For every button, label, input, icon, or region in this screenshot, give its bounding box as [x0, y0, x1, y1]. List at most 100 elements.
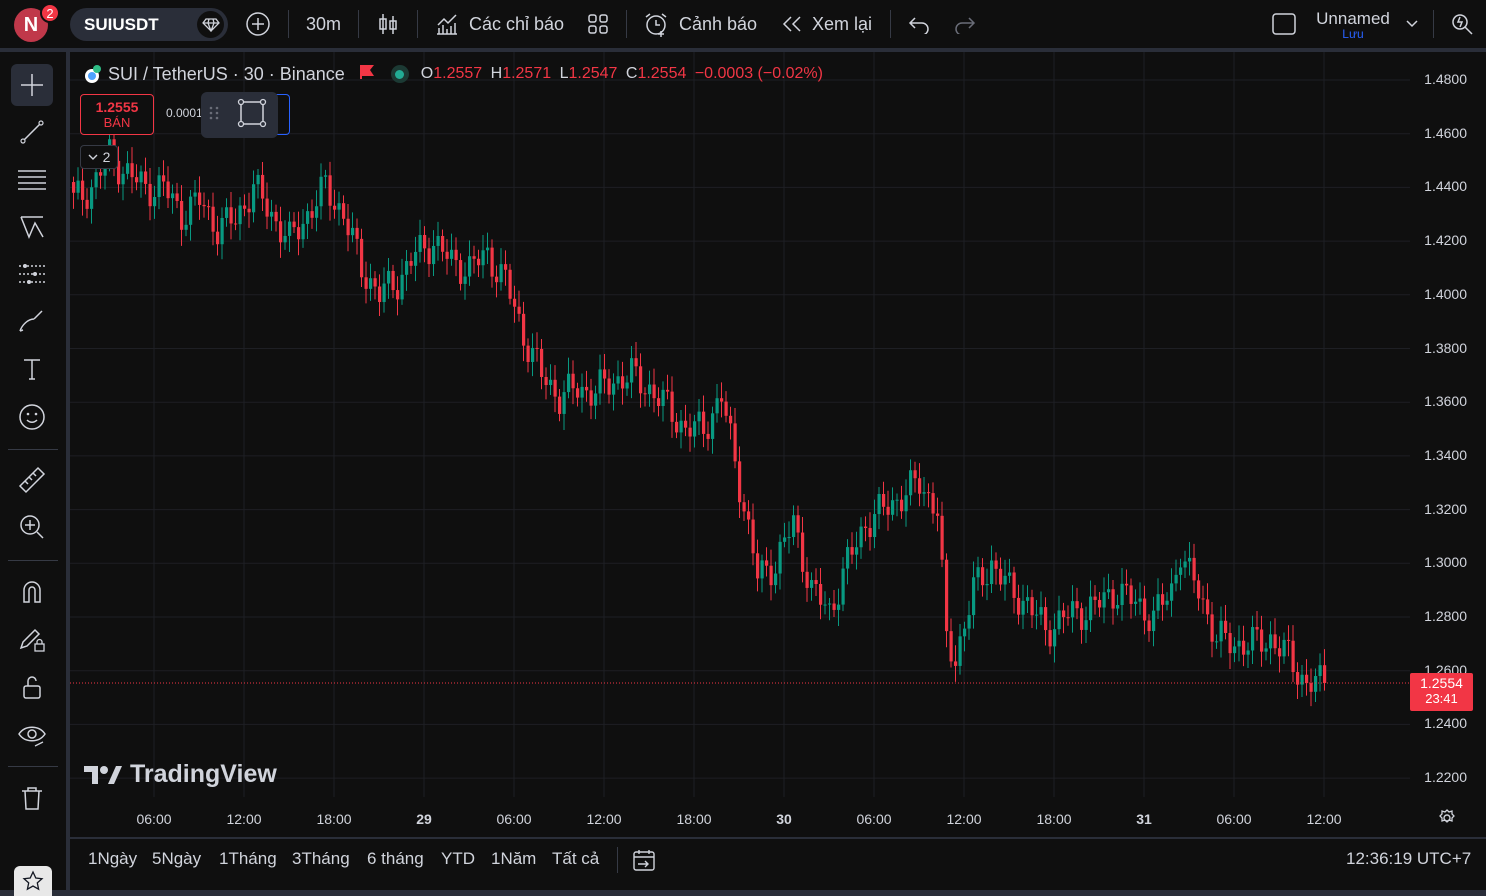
chevron-down-icon[interactable] [1405, 0, 1419, 48]
symbol-title[interactable]: SUI / TetherUS · 30 · Binance [108, 64, 345, 85]
collapse-indicators-button[interactable]: 2 [80, 145, 118, 169]
candle-body [166, 181, 170, 199]
select-area-icon[interactable] [237, 98, 267, 133]
candle-body [202, 204, 206, 207]
range-button[interactable]: 1Tháng [219, 839, 277, 879]
avatar-letter: N [23, 13, 39, 36]
toolbar-divider [8, 766, 58, 767]
magnet-icon[interactable] [11, 571, 53, 613]
candle-body [499, 264, 503, 283]
drag-handle-icon[interactable] [209, 105, 219, 126]
candle-body [1030, 597, 1034, 616]
goto-date-icon[interactable] [631, 847, 657, 878]
unlock-icon[interactable] [11, 666, 53, 708]
trend-line-icon[interactable] [11, 111, 53, 153]
forecast-icon[interactable] [11, 253, 53, 295]
candle-body [877, 494, 881, 515]
candle-body [684, 420, 688, 428]
alerts-button[interactable]: Cảnh báo [643, 0, 757, 48]
favorites-star-icon[interactable] [14, 866, 52, 896]
candle-body [576, 388, 580, 398]
candle-body [1278, 648, 1282, 657]
candle-body [1264, 648, 1268, 652]
candle-body [918, 478, 922, 494]
zoom-in-icon[interactable] [11, 506, 53, 548]
candle-body [1291, 640, 1295, 673]
price-tick-label: 1.3400 [1424, 446, 1467, 463]
pattern-icon[interactable] [11, 206, 53, 248]
lock-pencil-icon[interactable] [11, 618, 53, 660]
candle-body [1156, 594, 1160, 611]
candle-body [1237, 640, 1241, 647]
candle-body [364, 277, 368, 289]
candle-body [1161, 594, 1165, 605]
candle-body [765, 560, 769, 566]
price-tick-label: 1.3800 [1424, 339, 1467, 356]
range-button[interactable]: 5Ngày [152, 839, 201, 879]
interval-button[interactable]: 30m [306, 0, 341, 48]
candles-icon[interactable] [376, 0, 400, 48]
layout-name-button[interactable]: Unnamed Lưu [1313, 9, 1393, 41]
undo-icon[interactable] [907, 0, 931, 48]
range-button[interactable]: 1Ngày [88, 839, 137, 879]
candle-body [1246, 650, 1250, 655]
candle-body [706, 433, 710, 439]
candle-body [441, 235, 445, 252]
price-chart[interactable] [70, 52, 1486, 837]
emoji-icon[interactable] [11, 396, 53, 438]
candle-body [697, 411, 701, 422]
brush-icon[interactable] [11, 300, 53, 342]
candle-body [1021, 600, 1025, 615]
bar-countdown: 23:41 [1425, 691, 1458, 706]
flag-icon[interactable] [359, 64, 375, 85]
range-button[interactable]: 6 tháng [367, 839, 424, 879]
notification-badge: 2 [40, 3, 60, 23]
price-tick-label: 1.4000 [1424, 285, 1467, 302]
indicators-button[interactable]: Các chỉ báo [434, 0, 564, 48]
add-symbol-icon[interactable] [245, 0, 271, 48]
candle-body [931, 493, 935, 514]
candle-body [409, 261, 413, 266]
templates-icon[interactable] [586, 0, 610, 48]
range-button[interactable]: Tất cả [552, 839, 599, 879]
alerts-label: Cảnh báo [679, 13, 758, 34]
redo-icon[interactable] [953, 0, 977, 48]
candle-body [513, 298, 517, 307]
candle-body [207, 206, 211, 208]
candle-body [963, 628, 967, 637]
range-button[interactable]: 1Năm [491, 839, 536, 879]
candle-body [828, 603, 832, 605]
toolbar-divider [890, 10, 891, 38]
eye-icon[interactable] [11, 714, 53, 756]
high-value: 1.2571 [502, 65, 552, 82]
toolbar-divider [626, 10, 627, 38]
bottom-toolbar [70, 839, 1486, 890]
diamond-icon[interactable] [197, 11, 224, 38]
time-tick-label: 06:00 [856, 811, 892, 827]
layout-square-icon[interactable] [1271, 0, 1297, 48]
replay-button[interactable]: Xem lại [781, 0, 872, 48]
fib-retracement-icon[interactable] [11, 159, 53, 201]
sell-button[interactable]: 1.2555 BÁN [80, 94, 154, 135]
range-button[interactable]: 3Tháng [292, 839, 350, 879]
candle-body [864, 526, 868, 529]
candle-body [256, 174, 260, 185]
crosshair-icon[interactable] [11, 64, 53, 106]
candle-body [1152, 610, 1156, 632]
close-label: C [625, 65, 638, 82]
range-button[interactable]: YTD [441, 839, 475, 879]
candle-body [220, 217, 224, 245]
time-tick-label: 12:00 [946, 811, 982, 827]
floating-toolbar[interactable] [201, 92, 278, 138]
ruler-icon[interactable] [11, 459, 53, 501]
time-tick-label: 29 [416, 811, 432, 827]
trash-icon[interactable] [11, 777, 53, 819]
candle-body [139, 171, 143, 183]
close-value: 1.2554 [637, 65, 687, 82]
symbol-search-button[interactable]: SUIUSDT [70, 8, 228, 41]
quick-search-icon[interactable] [1450, 0, 1474, 48]
settings-gear-icon[interactable] [1437, 808, 1457, 833]
candle-body [832, 603, 836, 610]
text-icon[interactable] [11, 348, 53, 390]
clock-timezone[interactable]: 12:36:19 UTC+7 [1346, 839, 1471, 879]
